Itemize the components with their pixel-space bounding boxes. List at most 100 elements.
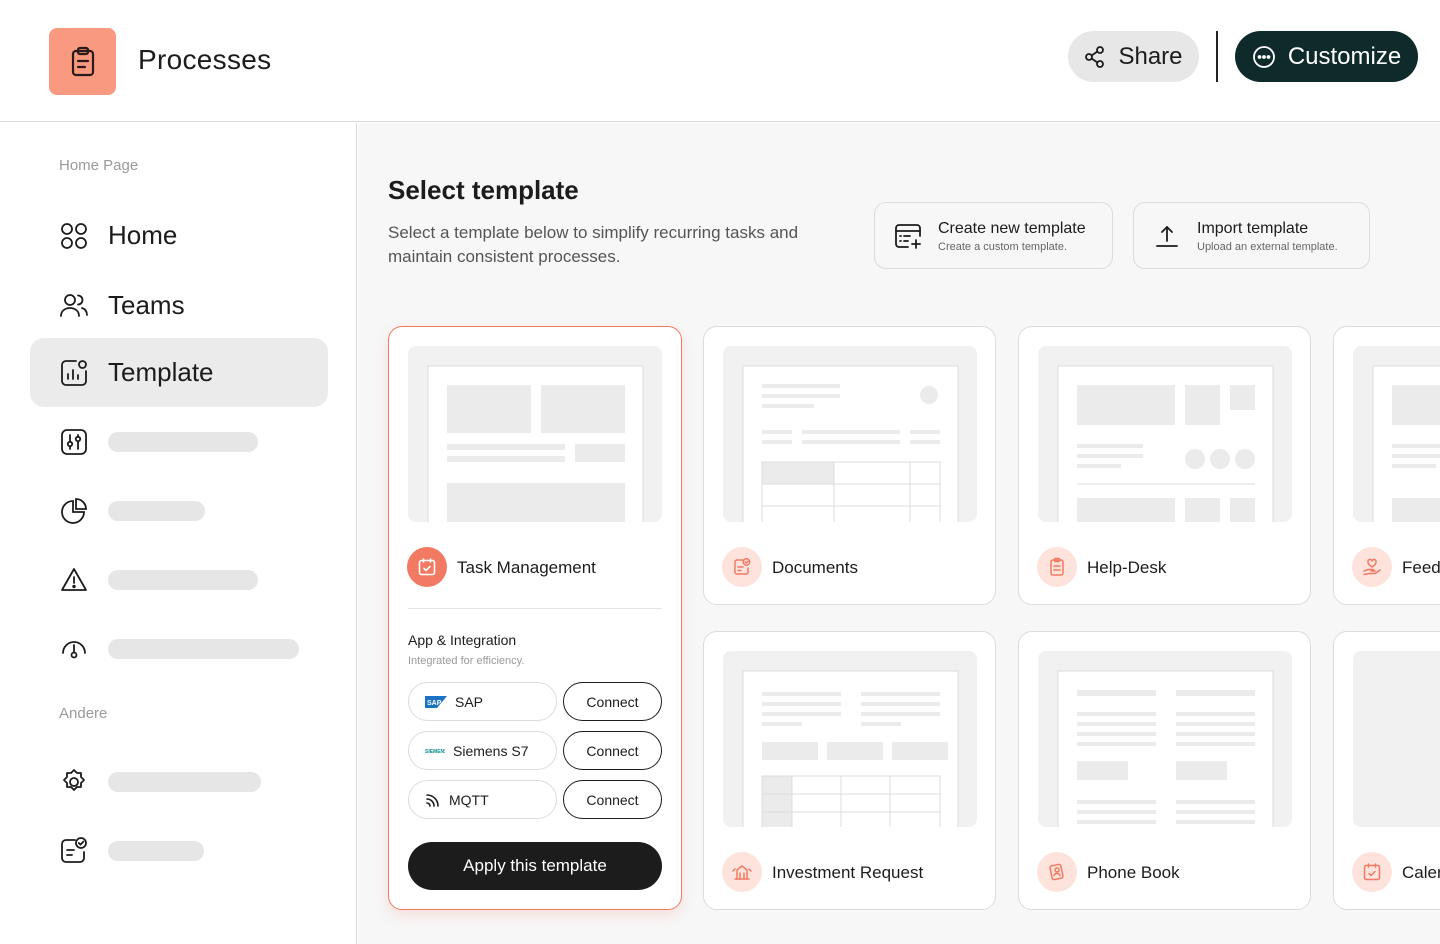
create-template-subtitle: Create a custom template. bbox=[938, 241, 1068, 253]
integration-name: SAP bbox=[455, 693, 484, 710]
calendar-check-icon bbox=[418, 558, 436, 576]
placeholder-bar bbox=[108, 431, 258, 452]
import-template-title: Import template bbox=[1197, 220, 1309, 237]
integration-subtitle: Integrated for efficiency. bbox=[408, 655, 525, 667]
sidebar-item-placeholder-4[interactable] bbox=[30, 614, 328, 683]
template-card-calendar[interactable]: Calen bbox=[1333, 631, 1440, 910]
sidebar-section-home: Home Page bbox=[59, 157, 139, 174]
apply-template-button[interactable]: Apply this template bbox=[408, 842, 662, 890]
placeholder-bar bbox=[108, 840, 204, 861]
app-logo[interactable] bbox=[49, 28, 116, 95]
connect-button[interactable]: Connect bbox=[563, 731, 662, 770]
share-icon bbox=[1085, 45, 1105, 68]
contacts-icon bbox=[1049, 863, 1064, 881]
calendar-icon bbox=[1363, 863, 1381, 881]
share-button[interactable]: Share bbox=[1068, 31, 1199, 82]
connect-button[interactable]: Connect bbox=[563, 780, 662, 819]
page-subtitle: Select a template below to simplify recu… bbox=[388, 223, 799, 266]
template-preview bbox=[1038, 346, 1292, 522]
sidebar-item-label: Home bbox=[108, 220, 178, 250]
template-card-phone-book[interactable]: Phone Book bbox=[1018, 631, 1311, 910]
layout-thumbnail bbox=[742, 365, 959, 522]
grid-icon bbox=[61, 222, 87, 249]
template-icon bbox=[407, 547, 447, 587]
template-card-feedback[interactable]: Feedb bbox=[1333, 326, 1440, 605]
template-card-help-desk[interactable]: Help-Desk bbox=[1018, 326, 1311, 605]
top-header: Processes Share Customize bbox=[0, 0, 1440, 122]
integration-name: MQTT bbox=[449, 791, 489, 808]
integration-row-siemens: SIEMENS Siemens S7 Connect bbox=[408, 731, 663, 771]
upload-icon bbox=[1156, 225, 1178, 247]
svg-text:SAP: SAP bbox=[427, 700, 442, 707]
add-list-icon bbox=[895, 223, 921, 249]
template-card-task-management[interactable]: Task Management App & Integration Integr… bbox=[388, 326, 682, 910]
page-title: Select template bbox=[388, 175, 579, 205]
template-card-investment-request[interactable]: Investment Request bbox=[703, 631, 996, 910]
template-icon bbox=[1352, 547, 1392, 587]
sidebar-item-placeholder-2[interactable] bbox=[30, 476, 328, 545]
sidebar-section-other: Andere bbox=[59, 705, 108, 722]
sidebar-item-placeholder-6[interactable] bbox=[30, 816, 328, 885]
integration-chip: MQTT bbox=[408, 780, 557, 819]
sidebar: Home Page Home Teams Template Andere bbox=[0, 123, 357, 944]
template-icon bbox=[722, 547, 762, 587]
app-title: Processes bbox=[138, 44, 272, 75]
building-icon bbox=[732, 865, 752, 880]
sliders-icon bbox=[61, 428, 87, 455]
template-card-documents[interactable]: Documents bbox=[703, 326, 996, 605]
placeholder-bar bbox=[108, 569, 258, 590]
sidebar-item-placeholder-5[interactable] bbox=[30, 747, 328, 816]
integration-row-mqtt: MQTT Connect bbox=[408, 780, 663, 820]
clipboard-list-icon bbox=[1050, 557, 1064, 576]
integration-row-sap: SAP SAP Connect bbox=[408, 682, 663, 722]
chart-doc-icon bbox=[61, 359, 87, 386]
template-preview bbox=[1353, 651, 1440, 827]
settings-icon bbox=[63, 768, 85, 791]
layout-thumbnail bbox=[427, 365, 644, 522]
sidebar-item-label: Teams bbox=[108, 290, 185, 320]
integration-name: Siemens S7 bbox=[453, 742, 529, 759]
pie-chart-icon bbox=[61, 497, 87, 524]
placeholder-bar bbox=[108, 638, 299, 659]
template-name: Help-Desk bbox=[1087, 558, 1167, 577]
template-icon bbox=[1352, 852, 1392, 892]
template-preview bbox=[408, 346, 662, 522]
layout-thumbnail bbox=[1372, 365, 1440, 522]
template-preview bbox=[723, 346, 977, 522]
main-content: Select template Select a template below … bbox=[358, 123, 1440, 944]
create-template-title: Create new template bbox=[938, 220, 1086, 237]
card-divider bbox=[408, 608, 662, 609]
gauge-icon bbox=[62, 640, 86, 658]
heart-hand-icon bbox=[1363, 558, 1381, 576]
siemens-logo: SIEMENS bbox=[425, 749, 445, 755]
template-name: Investment Request bbox=[772, 863, 924, 882]
customize-button[interactable]: Customize bbox=[1235, 31, 1418, 82]
template-name: Phone Book bbox=[1087, 863, 1180, 882]
document-check-icon bbox=[734, 558, 751, 575]
import-template-button[interactable]: Import template Upload an external templ… bbox=[1133, 202, 1370, 269]
sidebar-item-placeholder-3[interactable] bbox=[30, 545, 328, 614]
import-template-subtitle: Upload an external template. bbox=[1197, 241, 1338, 253]
template-preview bbox=[723, 651, 977, 827]
sidebar-item-placeholder-1[interactable] bbox=[30, 407, 328, 476]
template-name: Task Management bbox=[457, 558, 596, 577]
customize-label: Customize bbox=[1287, 42, 1402, 70]
template-name: Feedb bbox=[1402, 558, 1440, 577]
placeholder-bar bbox=[108, 500, 205, 521]
template-icon bbox=[722, 852, 762, 892]
svg-text:SIEMENS: SIEMENS bbox=[425, 749, 445, 755]
template-icon bbox=[1037, 852, 1077, 892]
layout-thumbnail bbox=[1057, 365, 1274, 522]
integration-chip: SAP SAP bbox=[408, 682, 557, 721]
template-preview bbox=[1038, 651, 1292, 827]
integration-chip: SIEMENS Siemens S7 bbox=[408, 731, 557, 770]
template-icon bbox=[1037, 547, 1077, 587]
sidebar-item-teams[interactable]: Teams bbox=[30, 271, 328, 340]
template-preview bbox=[1353, 346, 1440, 522]
sidebar-item-template[interactable]: Template bbox=[30, 338, 328, 407]
create-template-button[interactable]: Create new template Create a custom temp… bbox=[874, 202, 1113, 269]
users-icon bbox=[60, 293, 88, 317]
sidebar-item-home[interactable]: Home bbox=[30, 201, 328, 270]
connect-button[interactable]: Connect bbox=[563, 682, 662, 721]
share-label: Share bbox=[1118, 42, 1183, 70]
